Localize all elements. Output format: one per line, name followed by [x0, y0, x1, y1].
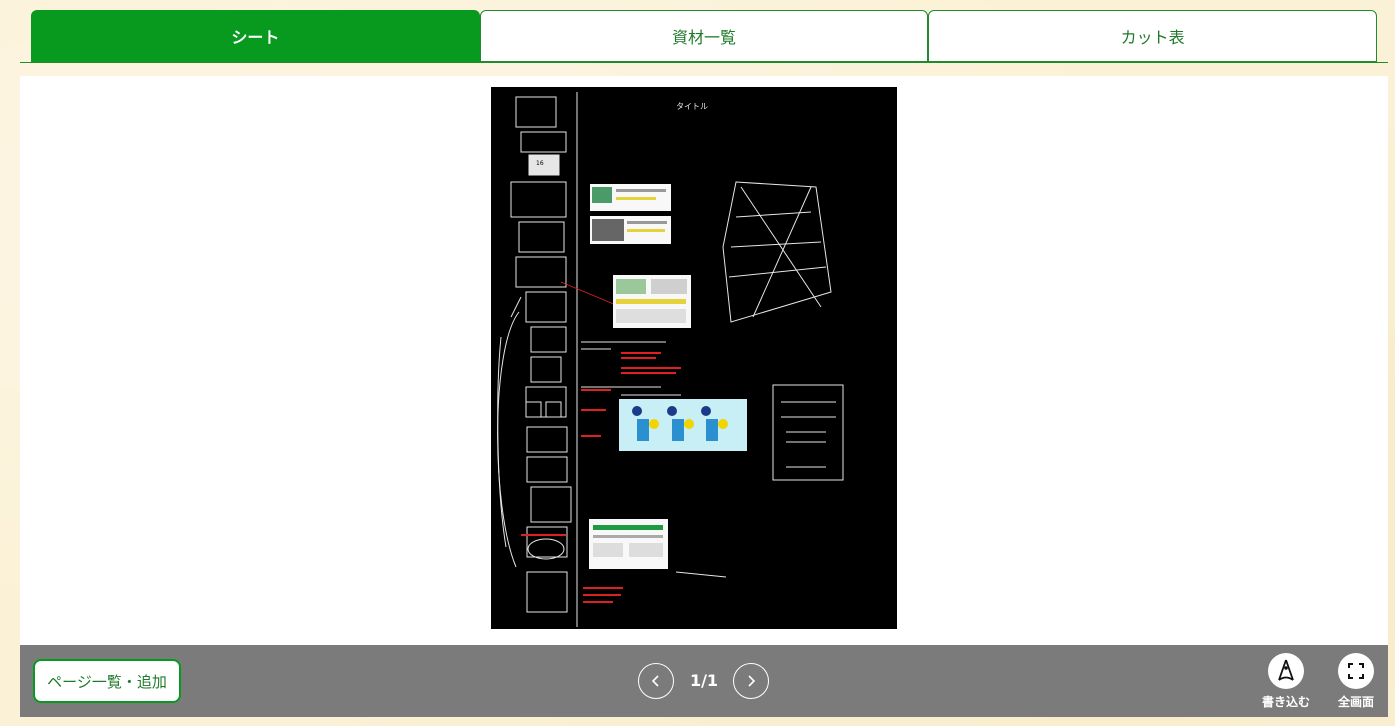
sheet-canvas[interactable]: 16 タイトル — [491, 87, 897, 629]
sheet-viewer: 16 タイトル — [20, 76, 1388, 645]
svg-text:タイトル: タイトル — [676, 102, 708, 111]
svg-text:16: 16 — [536, 160, 544, 167]
sheet-drawing: 16 タイトル — [497, 92, 844, 627]
tab-cut-table-label: カット表 — [1120, 28, 1185, 47]
fullscreen-icon — [1348, 663, 1364, 679]
tab-materials[interactable]: 資材一覧 — [479, 10, 929, 62]
fullscreen-button-circle — [1338, 653, 1374, 689]
tab-underline — [20, 62, 1388, 63]
page-list-add-button[interactable]: ページ一覧・追加 — [33, 659, 181, 703]
fullscreen-button[interactable]: 全画面 — [1321, 653, 1391, 710]
tab-materials-label: 資材一覧 — [672, 28, 737, 47]
tab-sheet[interactable]: シート — [31, 10, 480, 62]
tab-cut-table[interactable]: カット表 — [928, 10, 1378, 62]
write-button[interactable]: 書き込む — [1251, 653, 1321, 710]
fullscreen-label: 全画面 — [1337, 695, 1374, 709]
pen-nib-icon — [1278, 659, 1294, 681]
chevron-right-icon — [748, 675, 756, 687]
write-label: 書き込む — [1261, 695, 1310, 709]
bottom-toolbar: ページ一覧・追加 1/1 書き込む 全画面 — [20, 645, 1388, 717]
next-page-button[interactable] — [733, 663, 769, 699]
prev-page-button[interactable] — [638, 663, 674, 699]
tab-bar: シート 資材一覧 カット表 — [31, 10, 1378, 62]
page-list-add-label: ページ一覧・追加 — [47, 672, 167, 691]
chevron-left-icon — [651, 675, 659, 687]
tab-sheet-label: シート — [231, 28, 280, 47]
write-button-circle — [1268, 653, 1304, 689]
page-indicator: 1/1 — [689, 671, 719, 690]
